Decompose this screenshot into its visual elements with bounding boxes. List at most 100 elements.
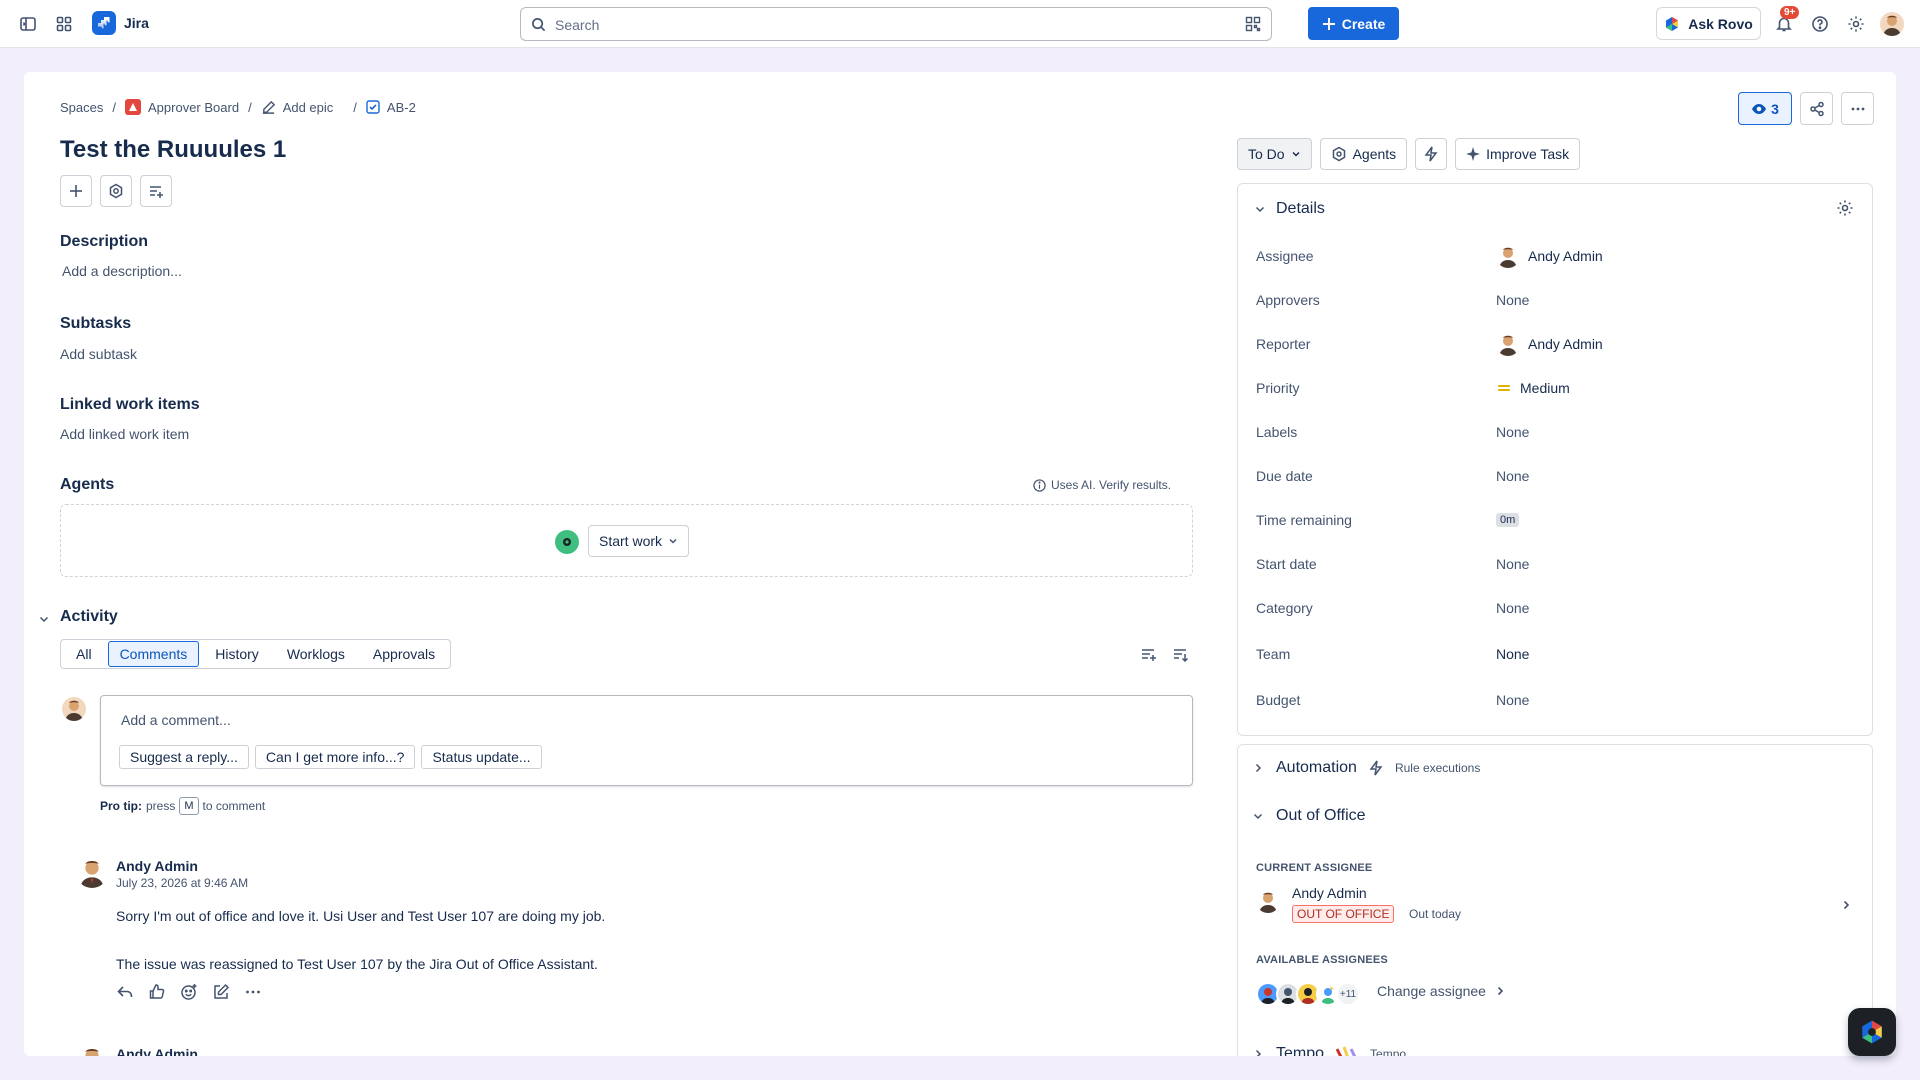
status-dropdown[interactable]: To Do <box>1237 138 1312 170</box>
breadcrumb-add-epic[interactable]: Add epic <box>261 100 333 115</box>
info-icon <box>1033 478 1046 492</box>
field-start-date[interactable]: Start date None <box>1256 552 1856 576</box>
field-team[interactable]: Team None <box>1256 642 1856 666</box>
like-icon[interactable] <box>148 983 166 1001</box>
add-linked-work-item-link[interactable]: Add linked work item <box>60 426 189 442</box>
description-input[interactable]: Add a description... <box>62 263 182 279</box>
comment-actions <box>116 983 262 1001</box>
breadcrumb-issue-key[interactable]: AB-2 <box>366 100 416 115</box>
status-update-chip[interactable]: Status update... <box>421 745 542 769</box>
activity-collapse-chevron-icon[interactable] <box>38 613 50 625</box>
comment-suggestions: Suggest a reply... Can I get more info..… <box>119 745 542 769</box>
watchers-button[interactable]: 3 <box>1738 92 1792 125</box>
more-actions-icon[interactable] <box>244 983 262 1001</box>
field-approvers[interactable]: Approvers None <box>1256 288 1856 312</box>
add-reaction-icon[interactable] <box>180 983 198 1001</box>
issue-title[interactable]: Test the Ruuuules 1 <box>60 136 286 164</box>
change-assignee-button[interactable]: Change assignee <box>1377 983 1506 999</box>
jira-logo[interactable]: Jira <box>92 11 149 35</box>
app-switcher-icon[interactable] <box>52 12 76 36</box>
breadcrumb-spaces[interactable]: Spaces <box>60 100 103 115</box>
comment-author[interactable]: Andy Admin <box>116 858 198 874</box>
field-category[interactable]: Category None <box>1256 596 1856 620</box>
comment-editor[interactable]: Add a comment... Suggest a reply... Can … <box>100 695 1193 786</box>
out-today-text: Out today <box>1409 907 1462 921</box>
comment-placeholder: Add a comment... <box>121 712 231 728</box>
comment-date: July 23, 2026 at 9:46 AM <box>116 876 249 890</box>
agents-icon <box>1332 146 1345 162</box>
configure-fields-gear-icon[interactable] <box>1836 199 1854 217</box>
current-assignee-row[interactable]: Andy Admin OUT OF OFFICE Out today <box>1256 885 1856 925</box>
field-time-remaining[interactable]: Time remaining 0m <box>1256 508 1856 532</box>
field-reporter[interactable]: Reporter Andy Admin <box>1256 332 1856 356</box>
comment-author[interactable]: Andy Admin <box>116 1046 198 1056</box>
automation-button[interactable] <box>1415 138 1448 170</box>
available-assignees-avatars[interactable]: +11 <box>1256 982 1360 1006</box>
tempo-header[interactable]: Tempo Tempo <box>1252 1045 1406 1056</box>
details-title: Details <box>1276 200 1325 217</box>
agents-title: Agents <box>60 476 115 493</box>
tab-history[interactable]: History <box>203 641 271 667</box>
start-work-button[interactable]: Start work <box>588 525 690 557</box>
reply-icon[interactable] <box>116 983 134 1001</box>
user-avatar[interactable] <box>1880 12 1904 36</box>
field-priority[interactable]: Priority Medium <box>1256 376 1856 400</box>
search-input[interactable]: Search <box>520 7 1272 41</box>
ai-note-text: Uses AI. Verify results. <box>1051 478 1172 492</box>
help-icon[interactable] <box>1808 12 1832 36</box>
improve-task-label: Improve Task <box>1486 146 1570 162</box>
change-assignee-label: Change assignee <box>1377 983 1486 999</box>
improve-task-button[interactable]: Improve Task <box>1455 138 1581 170</box>
tab-worklogs[interactable]: Worklogs <box>275 641 357 667</box>
create-button[interactable]: Create <box>1308 7 1399 40</box>
assignee-name: Andy Admin <box>1528 248 1603 264</box>
agents-button[interactable]: Agents <box>1319 138 1408 170</box>
edit-comment-icon[interactable] <box>212 983 230 1001</box>
tab-approvals[interactable]: Approvals <box>361 641 447 667</box>
notifications-badge: 9+ <box>1780 6 1800 19</box>
share-button[interactable] <box>1800 92 1833 125</box>
comment-author-avatar[interactable] <box>76 1044 108 1056</box>
rovo-chat-button[interactable] <box>1848 1008 1896 1056</box>
ask-rovo-button[interactable]: Ask Rovo <box>1656 7 1761 40</box>
jira-logo-icon <box>92 11 116 35</box>
field-budget[interactable]: Budget None <box>1256 688 1856 712</box>
out-of-office-header[interactable]: Out of Office <box>1252 807 1366 825</box>
field-labels[interactable]: Labels None <box>1256 420 1856 444</box>
chevron-right-icon <box>1497 986 1504 996</box>
details-header[interactable]: Details <box>1254 200 1325 218</box>
more-info-chip[interactable]: Can I get more info...? <box>254 745 416 769</box>
field-assignee[interactable]: Assignee Andy Admin <box>1256 244 1856 268</box>
search-placeholder: Search <box>555 17 600 33</box>
chevron-right-icon[interactable] <box>1840 899 1852 911</box>
out-of-office-title: Out of Office <box>1276 807 1366 824</box>
plus-icon <box>70 185 82 197</box>
tempo-title: Tempo <box>1276 1045 1325 1056</box>
watchers-count: 3 <box>1771 100 1779 117</box>
sort-icon[interactable] <box>1172 645 1190 663</box>
field-due-date[interactable]: Due date None <box>1256 464 1856 488</box>
add-subtask-link[interactable]: Add subtask <box>60 346 137 362</box>
tab-all[interactable]: All <box>64 641 104 667</box>
automation-header[interactable]: Automation Rule executions <box>1252 759 1480 777</box>
app-name: Jira <box>124 15 149 31</box>
breadcrumb-project[interactable]: Approver Board <box>125 99 239 115</box>
lightning-icon <box>1424 146 1438 162</box>
ooo-user-name: Andy Admin <box>1292 885 1367 901</box>
ooo-user-avatar <box>1256 889 1280 913</box>
list-add-icon <box>150 186 163 198</box>
tab-comments[interactable]: Comments <box>107 641 200 667</box>
share-icon <box>1809 101 1824 116</box>
add-button[interactable] <box>60 175 92 207</box>
suggest-reply-chip[interactable]: Suggest a reply... <box>119 745 249 769</box>
qr-scan-icon[interactable] <box>1245 16 1261 32</box>
breadcrumb-separator: / <box>248 99 252 115</box>
settings-gear-icon[interactable] <box>1844 12 1868 36</box>
add-filter-icon[interactable] <box>1140 645 1158 663</box>
add-list-button[interactable] <box>140 175 172 207</box>
field-label: Reporter <box>1256 336 1311 352</box>
sidebar-toggle-icon[interactable] <box>16 12 40 36</box>
more-button[interactable] <box>1841 92 1874 125</box>
comment-author-avatar[interactable] <box>76 856 108 888</box>
apps-button[interactable] <box>100 175 132 207</box>
